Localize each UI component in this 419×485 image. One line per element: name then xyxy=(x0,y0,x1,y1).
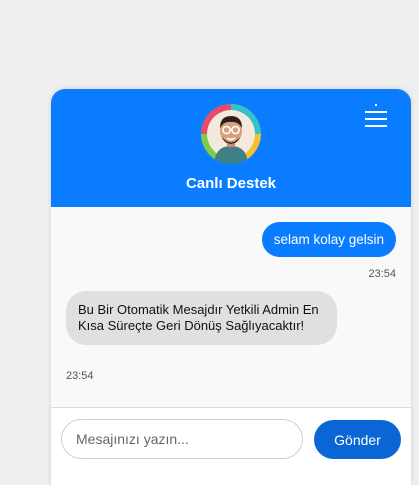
message-list[interactable]: selam kolay gelsin 23:54 Bu Bir Otomatik… xyxy=(51,207,411,407)
avatar-image-icon xyxy=(201,104,261,164)
chat-title: Canlı Destek xyxy=(185,175,277,192)
message-input[interactable] xyxy=(61,419,303,459)
send-button[interactable]: Gönder xyxy=(314,420,401,459)
message-composer: Gönder xyxy=(51,407,411,485)
chat-header: Canlı Destek xyxy=(51,89,411,207)
incoming-message-time: 23:54 xyxy=(66,370,94,382)
agent-avatar xyxy=(201,104,261,164)
incoming-message-bubble: Bu Bir Otomatik Mesajdır Yetkili Admin E… xyxy=(66,291,337,345)
outgoing-message-bubble: selam kolay gelsin xyxy=(261,222,396,257)
hamburger-menu-icon[interactable] xyxy=(365,104,389,132)
chat-widget: Canlı Destek selam kolay gelsin 23:54 Bu… xyxy=(51,89,411,485)
outgoing-message-time: 23:54 xyxy=(368,268,396,280)
